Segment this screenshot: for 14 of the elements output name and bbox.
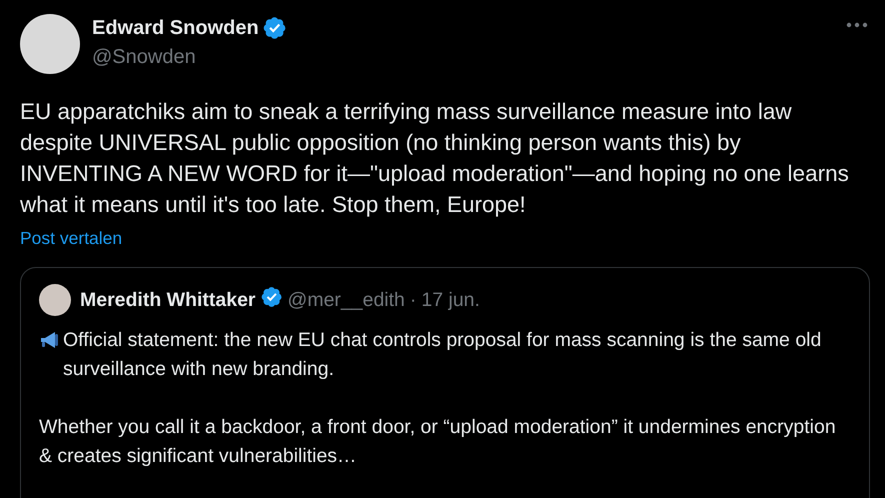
translate-link[interactable]: Post vertalen <box>20 228 122 249</box>
quoted-post-card[interactable] <box>20 267 870 498</box>
quoted-author-name: Meredith Whittaker <box>80 288 256 312</box>
author-handle[interactable]: @Snowden <box>92 46 833 69</box>
separator-dot: · <box>410 288 416 312</box>
megaphone-icon <box>39 331 61 349</box>
post-text: EU apparatchiks aim to sneak a terrifying mass surveillance measure into law despite UNIVERSAL public opposition (no thinking person wants this) by INVENTING A NEW WORD for it—"upload moderation"—and hoping no one learns what it means until it's too late. Stop them, Europe! <box>20 98 850 219</box>
quoted-post-text: Official statement: the new EU chat controls proposal for mass scanning is the same old surveillance with new branding. <box>63 328 822 382</box>
more-options-icon[interactable] <box>845 20 869 30</box>
quoted-post-text: Whether you call it a backdoor, a front door, or “upload moderation” it undermines encryption & creates significant vulnerabilities… <box>39 416 836 467</box>
quoted-author-handle: @mer__edith <box>288 288 405 312</box>
author-name[interactable]: Edward Snowden <box>92 16 259 40</box>
post-date: 17 jun. <box>421 288 480 312</box>
avatar-photo <box>39 284 71 316</box>
